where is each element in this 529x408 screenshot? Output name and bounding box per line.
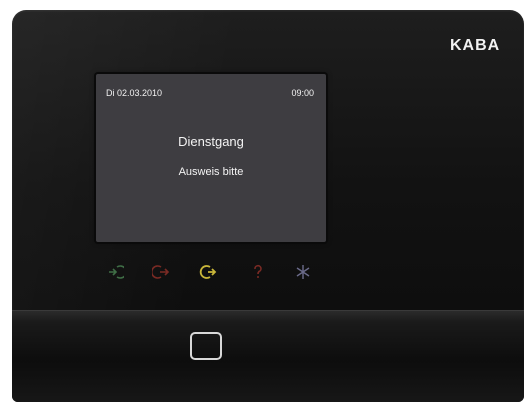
arrow-in-icon [109,265,124,279]
asterisk-icon [296,265,310,279]
card-reader-bezel [12,310,524,402]
special-key[interactable] [293,262,313,282]
kaba-logo: KABA [450,37,501,54]
screen-title: Dienstgang [178,134,244,149]
display-screen: Di 02.03.2010 09:00 Dienstgang Ausweis b… [96,74,326,242]
arrow-out-icon [152,265,170,279]
leave-key[interactable] [151,262,171,282]
screen-prompt: Ausweis bitte [178,166,244,178]
card-reader-icon[interactable] [190,332,222,360]
question-icon [254,264,262,278]
errand-icon [199,265,217,279]
help-key[interactable] [248,262,268,282]
time-label: 09:00 [291,88,314,98]
errand-key[interactable] [198,262,218,282]
terminal-housing: KABA Di 02.03.2010 09:00 Dienstgang Ausw… [12,10,524,402]
arrive-key[interactable] [105,262,125,282]
date-label: Di 02.03.2010 [106,88,163,98]
